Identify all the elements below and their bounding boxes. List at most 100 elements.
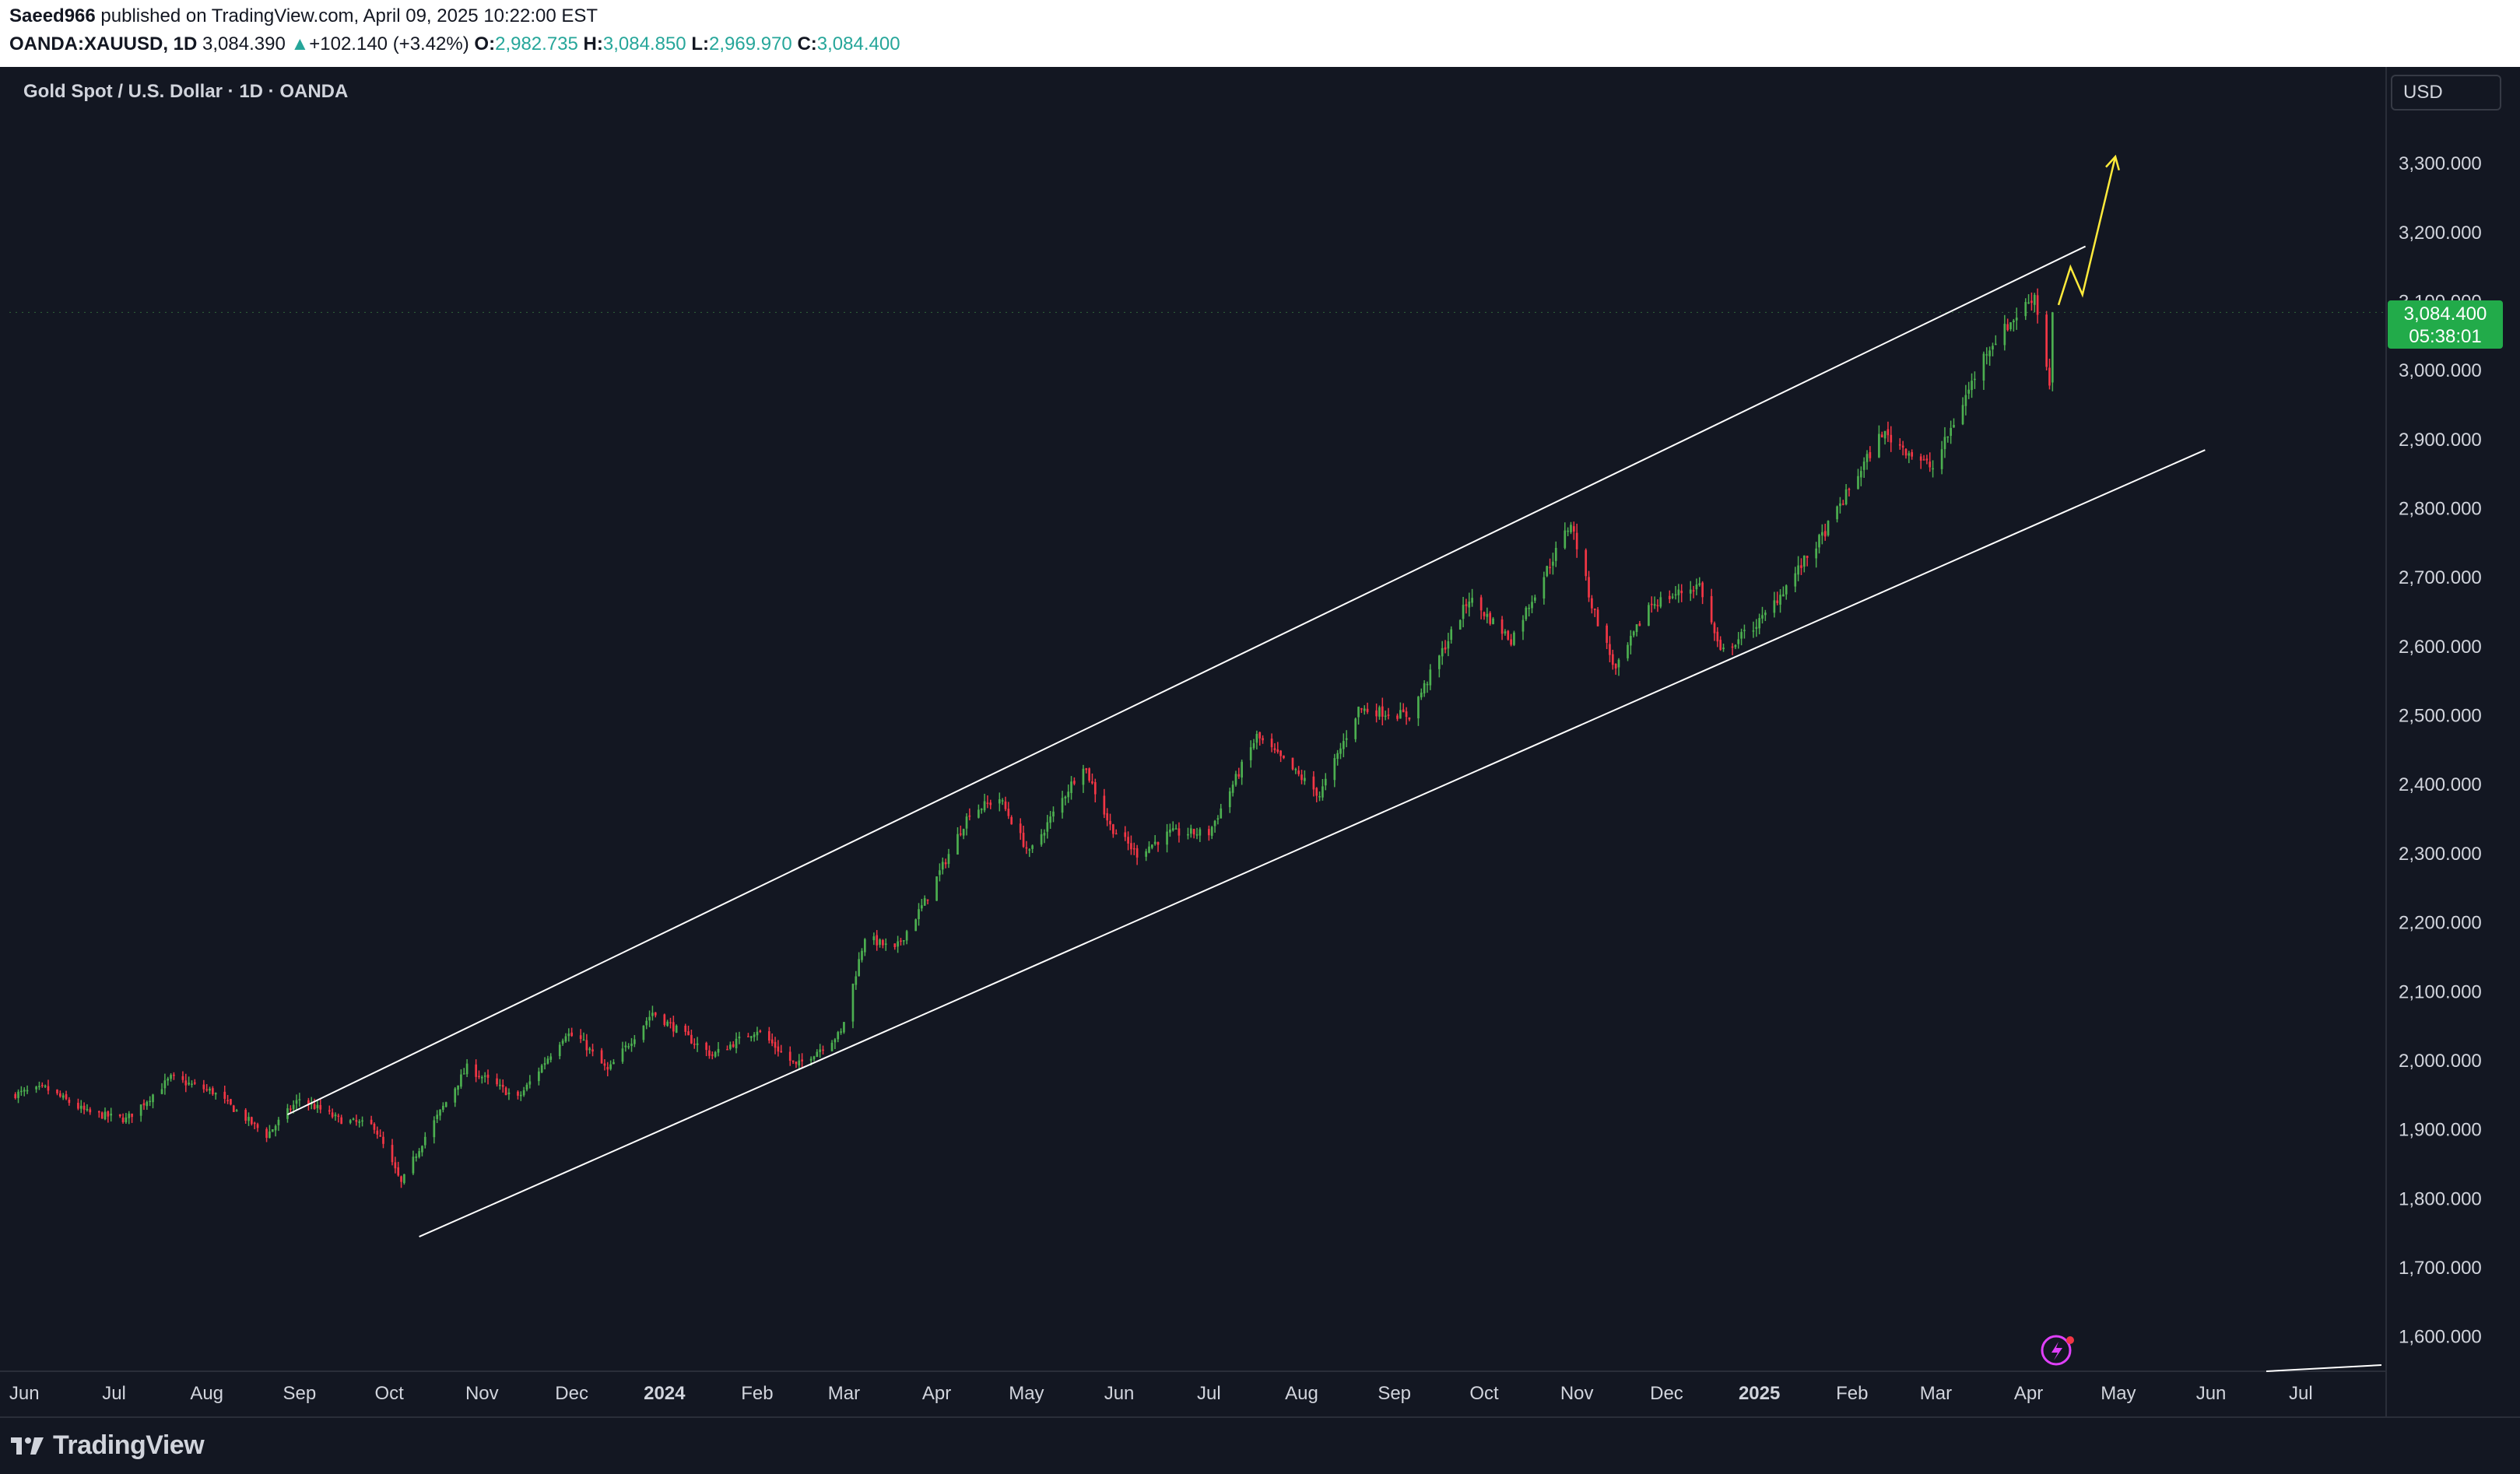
- chart-area[interactable]: 1,600.000 1,700.000 1,800.000 1,900.000 2,00…: [0, 67, 2520, 1416]
- candle-body: [146, 1101, 149, 1107]
- candle-body: [1195, 834, 1199, 836]
- candle-body: [1564, 530, 1567, 549]
- candle-body: [1489, 612, 1492, 624]
- candle-body: [1420, 692, 1423, 698]
- candle-body: [256, 1124, 259, 1128]
- candle-body: [767, 1031, 770, 1041]
- candle-body: [1423, 683, 1426, 693]
- candle-body: [79, 1105, 82, 1109]
- candle-body: [1567, 530, 1569, 532]
- candle-body: [663, 1014, 666, 1026]
- candle-body: [1378, 707, 1381, 717]
- candle-body: [1898, 444, 1901, 446]
- price-chart[interactable]: 1,600.000 1,700.000 1,800.000 1,900.000 2,00…: [0, 67, 2520, 1416]
- high-label: H:: [583, 33, 603, 54]
- candle-body: [1156, 842, 1160, 845]
- candle-body: [855, 976, 858, 985]
- candle-body: [486, 1074, 490, 1078]
- candle-body: [373, 1124, 376, 1130]
- candle-body: [1839, 503, 1841, 507]
- candle-body: [499, 1084, 501, 1086]
- tradingview-logo[interactable]: TradingView: [9, 1430, 205, 1461]
- candle-body: [1262, 738, 1264, 741]
- candle-body: [1462, 605, 1465, 619]
- candle-body: [1366, 708, 1369, 712]
- candle-body: [61, 1095, 65, 1098]
- candle-body: [1249, 747, 1252, 760]
- candle-body: [813, 1056, 816, 1059]
- candle-body: [212, 1088, 214, 1094]
- candle-body: [1764, 612, 1767, 616]
- candle-body: [1354, 718, 1357, 739]
- last-price-label: 3,084.400 05:38:01: [2388, 300, 2503, 349]
- candle-body: [788, 1051, 791, 1062]
- candle-body: [391, 1145, 394, 1163]
- candle-body: [496, 1078, 498, 1085]
- candle-body: [223, 1091, 226, 1099]
- y-tick-label: 1,800.000: [2399, 1188, 2482, 1209]
- candle-body: [1743, 630, 1746, 631]
- low-value: 2,969.970: [708, 33, 792, 54]
- candle-body: [1396, 715, 1399, 719]
- candle-body: [756, 1031, 759, 1036]
- candle-body: [462, 1073, 465, 1075]
- publisher-name[interactable]: Saeed966: [9, 5, 96, 26]
- candle-body: [791, 1060, 795, 1062]
- candle-body: [1773, 600, 1776, 613]
- candle-body: [65, 1094, 68, 1100]
- candle-body: [1836, 506, 1838, 520]
- candle-body: [1273, 748, 1276, 750]
- candle-body: [1315, 788, 1318, 796]
- candle-body: [1429, 669, 1432, 686]
- x-tick-label: Dec: [555, 1383, 588, 1404]
- candle-body: [1940, 449, 1943, 469]
- candle-body: [328, 1110, 331, 1112]
- candle-body: [1241, 761, 1244, 778]
- candle-body: [612, 1062, 615, 1065]
- candle-body: [1228, 791, 1231, 808]
- candle-body: [128, 1113, 131, 1118]
- candle-body: [780, 1051, 783, 1053]
- candle-body: [1483, 612, 1486, 616]
- candle-body: [1552, 561, 1554, 566]
- x-tick-label: Mar: [1920, 1383, 1952, 1404]
- candle-body: [483, 1076, 486, 1077]
- candle-body: [439, 1109, 441, 1116]
- candle-body: [1776, 600, 1779, 603]
- brand-name: TradingView: [53, 1430, 205, 1460]
- currency-button[interactable]: USD: [2391, 75, 2501, 111]
- x-tick-label: Jun: [1104, 1383, 1135, 1404]
- candle-body: [271, 1129, 274, 1132]
- candle-body: [609, 1064, 612, 1069]
- candle-body: [1859, 471, 1862, 478]
- candle-body: [2006, 324, 2009, 331]
- candle-body: [1982, 353, 1985, 381]
- candle-body: [1444, 647, 1447, 650]
- candle-body: [1588, 577, 1590, 598]
- candle-body: [1617, 659, 1620, 668]
- candle-body: [672, 1022, 675, 1032]
- y-tick-label: 2,100.000: [2399, 981, 2482, 1002]
- tradingview-icon: [11, 1437, 44, 1455]
- candle-body: [1967, 389, 1971, 394]
- candle-body: [1614, 663, 1617, 669]
- candle-body: [1534, 597, 1536, 601]
- candle-body: [1276, 749, 1279, 753]
- candle-body: [316, 1104, 319, 1108]
- candle-body: [959, 833, 962, 835]
- candle-body: [1961, 405, 1964, 425]
- candle-body: [1689, 589, 1692, 594]
- candle-body: [918, 909, 920, 920]
- candle-body: [809, 1058, 813, 1061]
- y-tick-label: 1,600.000: [2399, 1327, 2482, 1348]
- candle-body: [977, 809, 980, 818]
- candle-body: [1174, 828, 1178, 830]
- candle-body: [2024, 302, 2027, 317]
- candle-body: [1755, 626, 1758, 629]
- candle-body: [1638, 623, 1641, 626]
- candle-body: [738, 1036, 741, 1039]
- candle-body: [621, 1048, 624, 1062]
- candle-body: [504, 1087, 507, 1096]
- x-tick-label: Jun: [9, 1383, 40, 1404]
- candle-body: [77, 1103, 79, 1109]
